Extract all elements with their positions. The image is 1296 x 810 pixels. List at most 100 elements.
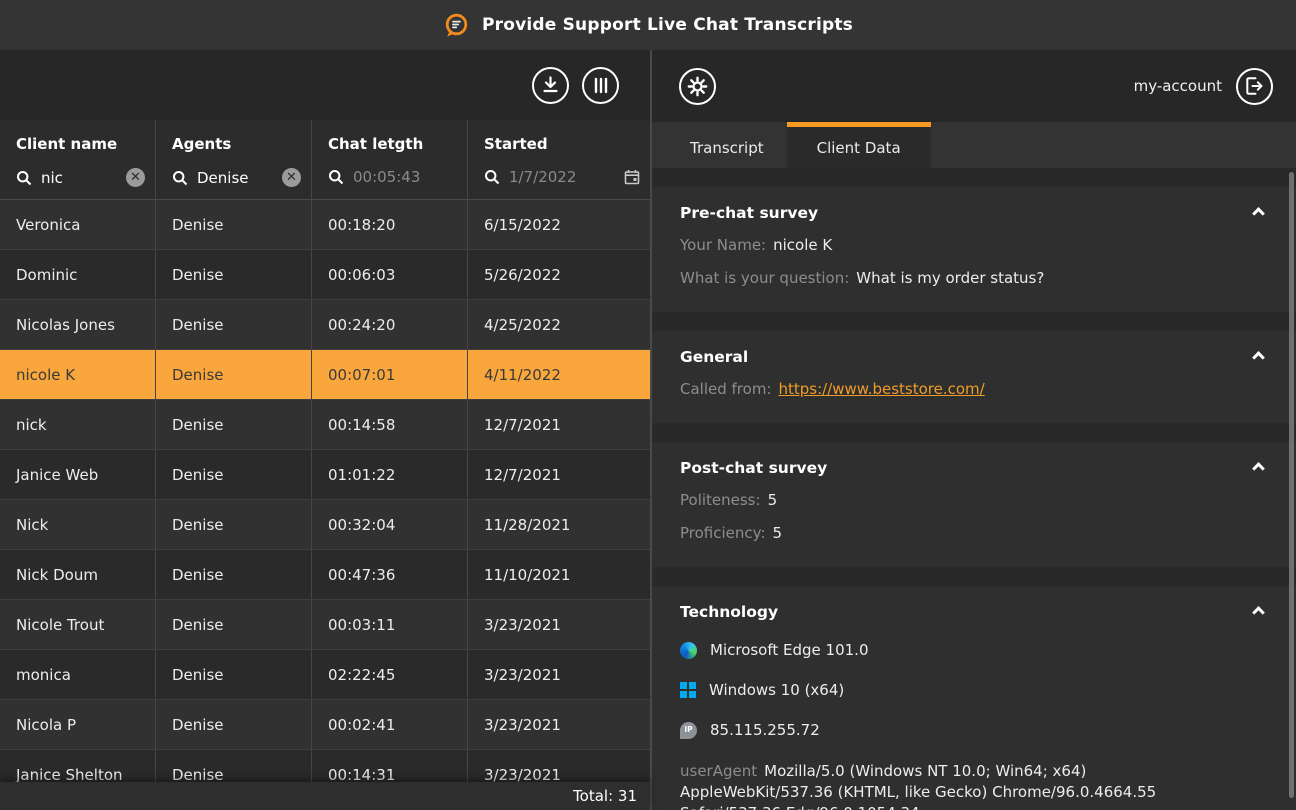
table-cell: Nick	[0, 500, 155, 549]
item-value: Microsoft Edge 101.0	[710, 640, 869, 660]
table-cell: 11/28/2021	[467, 500, 650, 549]
search-icon	[328, 169, 344, 185]
detail-item: Politeness: 5	[680, 490, 1268, 510]
calendar-icon[interactable]	[624, 169, 640, 185]
tab-transcript[interactable]: Transcript	[667, 122, 787, 168]
table-row[interactable]: Nicolas JonesDenise00:24:204/25/2022	[0, 300, 650, 350]
transcripts-panel: Client name ✕ Agents ✕	[0, 50, 650, 810]
clear-filter-button[interactable]: ✕	[282, 168, 301, 187]
app-header: Provide Support Live Chat Transcripts	[0, 0, 1296, 50]
column-label: Chat letgth	[328, 135, 457, 153]
table-row[interactable]: Nicole TroutDenise00:03:113/23/2021	[0, 600, 650, 650]
clear-filter-button[interactable]: ✕	[126, 168, 145, 187]
table-cell: 00:06:03	[311, 250, 467, 299]
detail-item: IP 85.115.255.72	[680, 719, 1268, 741]
scrollbar-thumb[interactable]	[1289, 172, 1294, 798]
table-cell: Dominic	[0, 250, 155, 299]
section-title: Pre-chat survey	[680, 204, 1268, 222]
total-count: Total: 31	[573, 787, 637, 805]
vertical-scrollbar[interactable]	[1289, 172, 1294, 804]
table-cell: 4/11/2022	[467, 350, 650, 399]
table-row[interactable]: VeronicaDenise00:18:206/15/2022	[0, 200, 650, 250]
table-cell: 3/23/2021	[467, 750, 650, 782]
columns-button[interactable]	[582, 67, 619, 104]
detail-item: Called from:https://www.beststore.com/	[680, 379, 1268, 399]
search-icon	[484, 169, 500, 185]
chat-bubble-logo	[443, 12, 470, 39]
item-value: Windows 10 (x64)	[709, 680, 844, 700]
table-header: Client name ✕ Agents ✕	[0, 120, 650, 200]
detail-item: Proficiency:5	[680, 523, 1268, 543]
section-title: Technology	[680, 603, 1268, 621]
table-cell: 5/26/2022	[467, 250, 650, 299]
logout-icon	[1245, 77, 1264, 95]
tab-client-data[interactable]: Client Data	[787, 122, 931, 168]
table-cell: Denise	[155, 350, 311, 399]
called-from-link[interactable]: https://www.beststore.com/	[778, 380, 984, 398]
windows-os-icon	[680, 682, 696, 698]
table-cell: Denise	[155, 600, 311, 649]
table-row[interactable]: NickDenise00:32:0411/28/2021	[0, 500, 650, 550]
table-row[interactable]: Janice WebDenise01:01:2212/7/2021	[0, 450, 650, 500]
table-cell: 11/10/2021	[467, 550, 650, 599]
item-value: 5	[768, 491, 778, 509]
detail-item: Windows 10 (x64)	[680, 679, 1268, 701]
table-cell: Janice Web	[0, 450, 155, 499]
chat-length-filter-input[interactable]	[353, 168, 457, 186]
table-row[interactable]: Nick DoumDenise00:47:3611/10/2021	[0, 550, 650, 600]
table-body: VeronicaDenise00:18:206/15/2022DominicDe…	[0, 200, 650, 782]
table-row[interactable]: Nicola PDenise00:02:413/23/2021	[0, 700, 650, 750]
table-cell: Nick Doum	[0, 550, 155, 599]
table-cell: nick	[0, 400, 155, 449]
section-post-chat-survey: Post-chat surveyPoliteness:5Proficiency:…	[652, 442, 1296, 567]
section-title: Post-chat survey	[680, 459, 1268, 477]
download-button[interactable]	[532, 67, 569, 104]
column-label: Started	[484, 135, 640, 153]
tab-label: Client Data	[817, 139, 901, 157]
table-cell: 00:32:04	[311, 500, 467, 549]
started-filter-input[interactable]	[509, 168, 615, 186]
table-cell: Nicola P	[0, 700, 155, 749]
table-cell: Nicole Trout	[0, 600, 155, 649]
table-cell: 00:03:11	[311, 600, 467, 649]
item-label: Proficiency:	[680, 524, 765, 542]
table-cell: 00:07:01	[311, 350, 467, 399]
table-cell: 00:14:58	[311, 400, 467, 449]
ip-pin-icon: IP	[680, 722, 697, 739]
detail-item: Your Name:nicole K	[680, 235, 1268, 255]
table-row[interactable]: nickDenise00:14:5812/7/2021	[0, 400, 650, 450]
table-cell: Veronica	[0, 200, 155, 249]
table-cell: Denise	[155, 450, 311, 499]
detail-panel: my-account Transcript Client Data Pre-ch…	[652, 50, 1296, 810]
table-cell: Denise	[155, 500, 311, 549]
table-cell: 00:02:41	[311, 700, 467, 749]
table-cell: monica	[0, 650, 155, 699]
column-chat-length: Chat letgth	[311, 120, 467, 199]
item-label: Politeness:	[680, 491, 761, 509]
search-icon	[172, 170, 188, 186]
table-row[interactable]: Janice SheltonDenise00:14:313/23/2021	[0, 750, 650, 782]
table-row[interactable]: DominicDenise00:06:035/26/2022	[0, 250, 650, 300]
table-cell: Denise	[155, 250, 311, 299]
search-icon	[16, 170, 32, 186]
column-label: Agents	[172, 135, 301, 153]
item-value: 85.115.255.72	[710, 720, 820, 740]
account-name: my-account	[1134, 77, 1222, 95]
client-name-filter-input[interactable]	[41, 169, 117, 187]
table-cell: Denise	[155, 300, 311, 349]
table-row[interactable]: monicaDenise02:22:453/23/2021	[0, 650, 650, 700]
detail-item: userAgentMozilla/5.0 (Windows NT 10.0; W…	[680, 761, 1268, 810]
tab-label: Transcript	[690, 139, 764, 157]
agents-filter-input[interactable]	[197, 169, 273, 187]
logout-button[interactable]	[1236, 68, 1273, 105]
table-row[interactable]: nicole KDenise00:07:014/11/2022	[0, 350, 650, 400]
item-label: userAgent	[680, 762, 757, 780]
table-toolbar	[0, 50, 650, 120]
item-label: Your Name:	[680, 236, 766, 254]
table-cell: Janice Shelton	[0, 750, 155, 782]
table-cell: 02:22:45	[311, 650, 467, 699]
table-cell: Denise	[155, 550, 311, 599]
gear-icon	[687, 76, 708, 97]
table-cell: 6/15/2022	[467, 200, 650, 249]
settings-button[interactable]	[679, 68, 716, 105]
